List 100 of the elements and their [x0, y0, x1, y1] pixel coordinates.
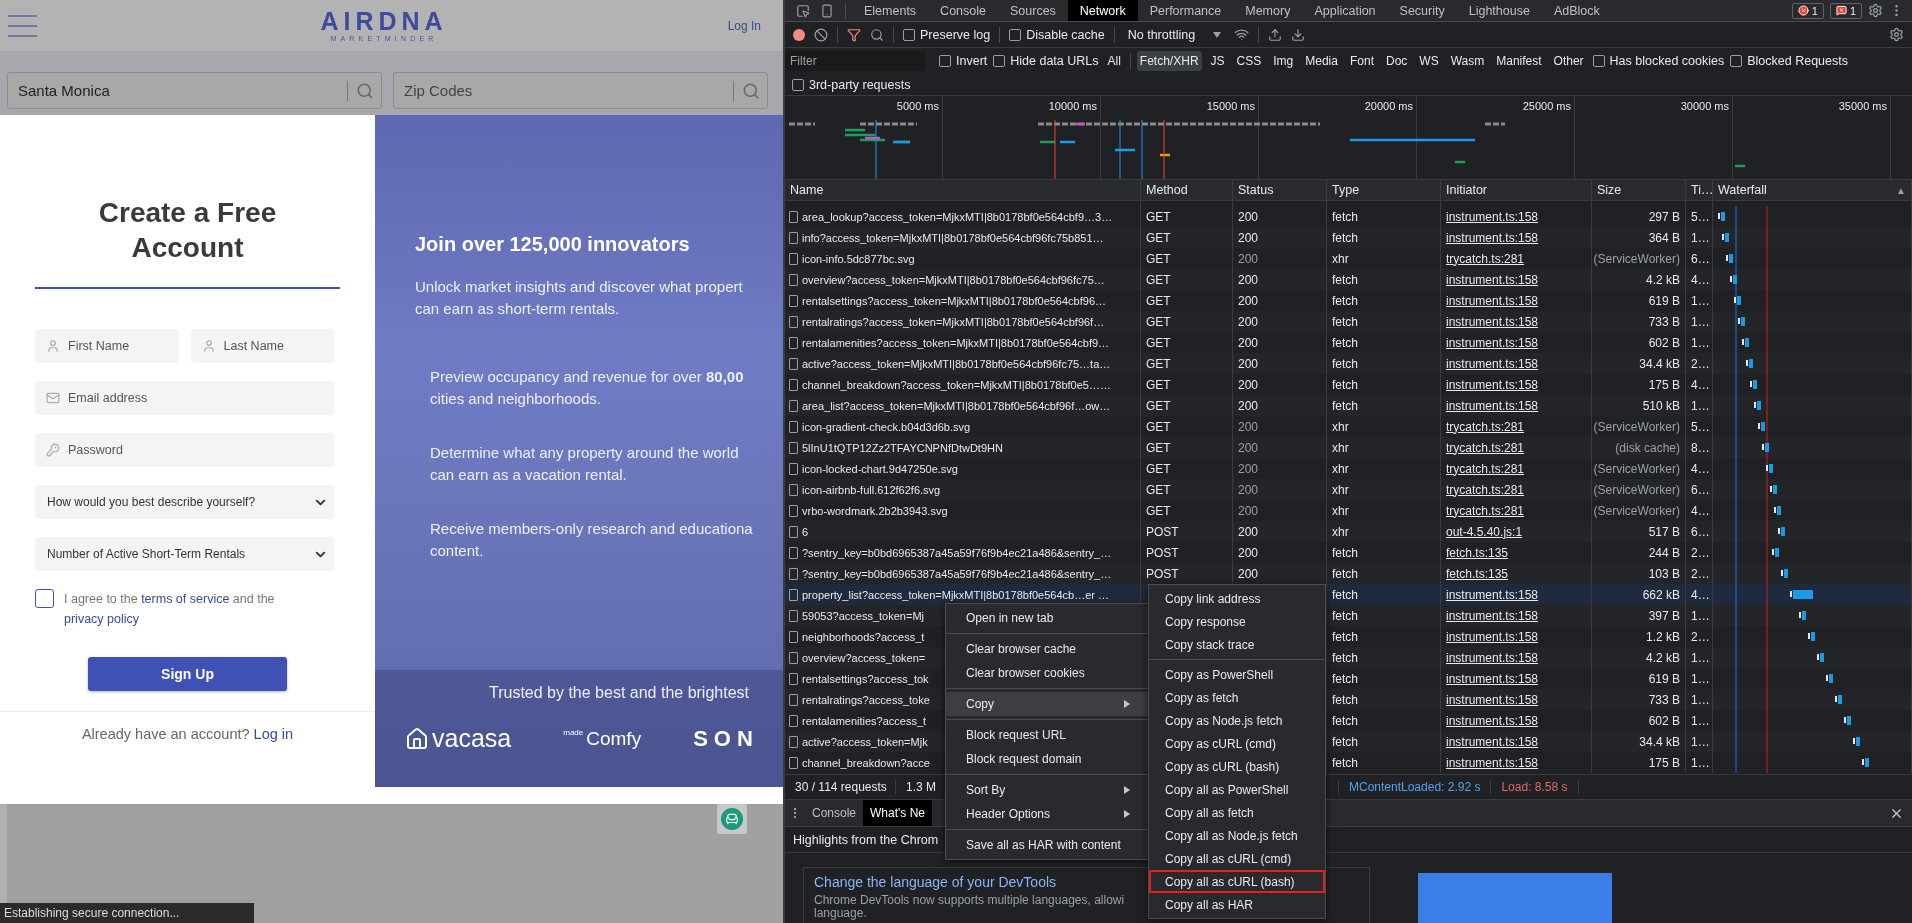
checkbox[interactable]	[939, 55, 951, 67]
panel-tab[interactable]: Elements	[852, 0, 929, 21]
menu-item[interactable]: Save all as HAR with content	[946, 833, 1150, 857]
input-field[interactable]: Email address	[35, 381, 334, 415]
request-row[interactable]: overview?access_token=MjkxMTI|8b0178bf0e564cbf96fc75… GET 200 fetch instrument.ts:158 4.2 kB 4…	[785, 269, 1912, 290]
column-header[interactable]: Ti…	[1691, 183, 1712, 197]
checkbox[interactable]	[1009, 28, 1022, 41]
type-filter[interactable]: Doc	[1382, 51, 1411, 71]
initiator-link[interactable]: instrument.ts:158	[1446, 398, 1539, 413]
search-field[interactable]: Zip Codes	[393, 72, 768, 109]
sign-up-button[interactable]: Sign Up	[88, 657, 287, 691]
column-header[interactable]: Initiator	[1446, 183, 1487, 197]
initiator-link[interactable]: instrument.ts:158	[1446, 650, 1539, 665]
upload-icon[interactable]	[1268, 27, 1283, 42]
inline-link[interactable]: privacy policy	[64, 612, 140, 626]
checkbox[interactable]	[903, 28, 915, 41]
initiator-link[interactable]: trycatch.ts:281	[1446, 503, 1525, 518]
drawer-tab[interactable]: What's Ne	[863, 800, 932, 826]
news-title-link[interactable]: Change the language of your DevTools	[814, 874, 1057, 890]
initiator-link[interactable]: instrument.ts:158	[1446, 692, 1539, 707]
initiator-link[interactable]: instrument.ts:158	[1446, 293, 1539, 308]
initiator-link[interactable]: trycatch.ts:281	[1446, 251, 1525, 266]
error-count-badge[interactable]: 1	[1791, 2, 1824, 19]
request-row[interactable]: active?access_token=MjkxMTI|8b0178bf0e564cbf96fc75…ta… GET 200 fetch instrument.ts:158 34.4 kB 2…	[785, 353, 1912, 374]
issue-count-badge[interactable]: 1	[1829, 2, 1862, 19]
settings-icon[interactable]	[1889, 27, 1904, 42]
request-row[interactable]: info?access_token=MjkxMTI|8b0178bf0e564cbf96fc75b851… GET 200 fetch instrument.ts:158 364 B 1…	[785, 227, 1912, 248]
type-filter[interactable]: Manifest	[1493, 51, 1545, 71]
type-filter[interactable]: JS	[1207, 51, 1228, 71]
filter-input[interactable]: Filter	[785, 51, 925, 71]
initiator-link[interactable]: instrument.ts:158	[1446, 734, 1539, 749]
dropdown-select[interactable]: Number of Active Short-Term Rentals	[35, 537, 334, 571]
sort-indicator[interactable]: ▲	[1896, 184, 1906, 196]
column-header[interactable]: Waterfall	[1718, 183, 1767, 197]
record-button[interactable]	[793, 28, 805, 41]
initiator-link[interactable]: instrument.ts:158	[1446, 587, 1539, 602]
menu-item[interactable]: Copy all as cURL (cmd)	[1149, 847, 1325, 870]
login-link[interactable]: Log In	[727, 18, 761, 33]
panel-tab[interactable]: Performance	[1137, 0, 1234, 21]
request-row[interactable]: rentalratings?access_token=MjkxMTI|8b0178bf0e564cbf96f… GET 200 fetch instrument.ts:158 733 B 1…	[785, 311, 1912, 332]
menu-item[interactable]: Copy all as fetch	[1149, 801, 1325, 824]
filter-icon[interactable]	[847, 27, 861, 42]
panel-tab[interactable]: Network	[1067, 0, 1138, 21]
menu-item[interactable]: Header Options	[946, 802, 1150, 826]
column-header[interactable]: Method	[1146, 183, 1188, 197]
menu-item[interactable]: Copy all as cURL (bash)	[1149, 870, 1325, 893]
menu-item[interactable]: Copy all as Node.js fetch	[1149, 824, 1325, 847]
initiator-link[interactable]: fetch.ts:135	[1446, 566, 1509, 581]
throttling-select[interactable]: No throttling	[1123, 27, 1226, 42]
menu-item[interactable]: Copy as Node.js fetch	[1149, 709, 1325, 732]
inline-link[interactable]: Log in	[253, 726, 294, 742]
inspect-icon[interactable]	[796, 3, 810, 18]
panel-tab[interactable]: Memory	[1233, 0, 1303, 21]
column-header[interactable]: Name	[790, 183, 824, 197]
drawer-tab[interactable]: Console	[805, 800, 864, 826]
menu-item[interactable]: Copy	[946, 692, 1150, 716]
clear-icon[interactable]	[814, 27, 828, 42]
download-icon[interactable]	[1291, 27, 1306, 42]
panel-tab[interactable]: Sources	[998, 0, 1068, 21]
checkbox[interactable]	[1730, 55, 1743, 67]
initiator-link[interactable]: fetch.ts:135	[1446, 545, 1509, 560]
initiator-link[interactable]: instrument.ts:158	[1446, 314, 1539, 329]
search-field[interactable]: Santa Monica	[7, 72, 382, 109]
wifi-settings-icon[interactable]	[1234, 27, 1250, 42]
initiator-link[interactable]: instrument.ts:158	[1446, 209, 1539, 224]
initiator-link[interactable]: trycatch.ts:281	[1446, 461, 1525, 476]
initiator-link[interactable]: trycatch.ts:281	[1446, 482, 1525, 497]
request-row[interactable]: ?sentry_key=b0bd6965387a45a59f76f9b4ec21a486&sentry_… POST 200 fetch fetch.ts:135 103 B 2…	[785, 563, 1912, 584]
initiator-link[interactable]: instrument.ts:158	[1446, 671, 1539, 686]
input-field[interactable]: First Name	[35, 329, 179, 363]
panel-tab[interactable]: Console	[928, 0, 998, 21]
chat-widget-button[interactable]	[717, 804, 747, 834]
panel-tab[interactable]: Application	[1302, 0, 1388, 21]
request-row[interactable]: 6 POST 200 xhr out-4.5.40.js:1 517 B 6…	[785, 521, 1912, 542]
type-filter[interactable]: Other	[1550, 51, 1587, 71]
menu-item[interactable]: Copy as cURL (cmd)	[1149, 732, 1325, 755]
initiator-link[interactable]: instrument.ts:158	[1446, 629, 1539, 644]
initiator-link[interactable]: instrument.ts:158	[1446, 377, 1539, 392]
initiator-link[interactable]: instrument.ts:158	[1446, 713, 1539, 728]
request-row[interactable]: 5lInU1tQTP12Zz2TFAYCNPNfDtwDt9HN GET 200 xhr trycatch.ts:281 (disk cache) 8…	[785, 437, 1912, 458]
type-filter[interactable]: WS	[1416, 51, 1442, 71]
panel-tab[interactable]: Security	[1387, 0, 1457, 21]
initiator-link[interactable]: trycatch.ts:281	[1446, 440, 1525, 455]
panel-tab[interactable]: AdBlock	[1541, 0, 1612, 21]
initiator-link[interactable]: trycatch.ts:281	[1446, 419, 1525, 434]
type-filter[interactable]: Fetch/XHR	[1136, 51, 1202, 71]
search-icon[interactable]	[870, 27, 884, 42]
checkbox[interactable]	[792, 78, 804, 91]
initiator-link[interactable]: instrument.ts:158	[1446, 608, 1539, 623]
request-row[interactable]: area_list?access_token=MjkxMTI|8b0178bf0e564cbf96f…ow… GET 200 fetch instrument.ts:158 510 kB 1…	[785, 395, 1912, 416]
panel-tab[interactable]: Lighthouse	[1456, 0, 1542, 21]
initiator-link[interactable]: instrument.ts:158	[1446, 335, 1539, 350]
initiator-link[interactable]: instrument.ts:158	[1446, 230, 1539, 245]
checkbox[interactable]	[993, 55, 1006, 67]
type-filter[interactable]: Wasm	[1447, 51, 1488, 71]
menu-item[interactable]: Copy all as HAR	[1149, 893, 1325, 916]
column-header[interactable]: Size	[1597, 183, 1622, 197]
initiator-link[interactable]: instrument.ts:158	[1446, 755, 1539, 770]
request-row[interactable]: icon-airbnb-full.612f62f6.svg GET 200 xhr trycatch.ts:281 (ServiceWorker) 6…	[785, 479, 1912, 500]
type-filter[interactable]: Img	[1270, 51, 1297, 71]
